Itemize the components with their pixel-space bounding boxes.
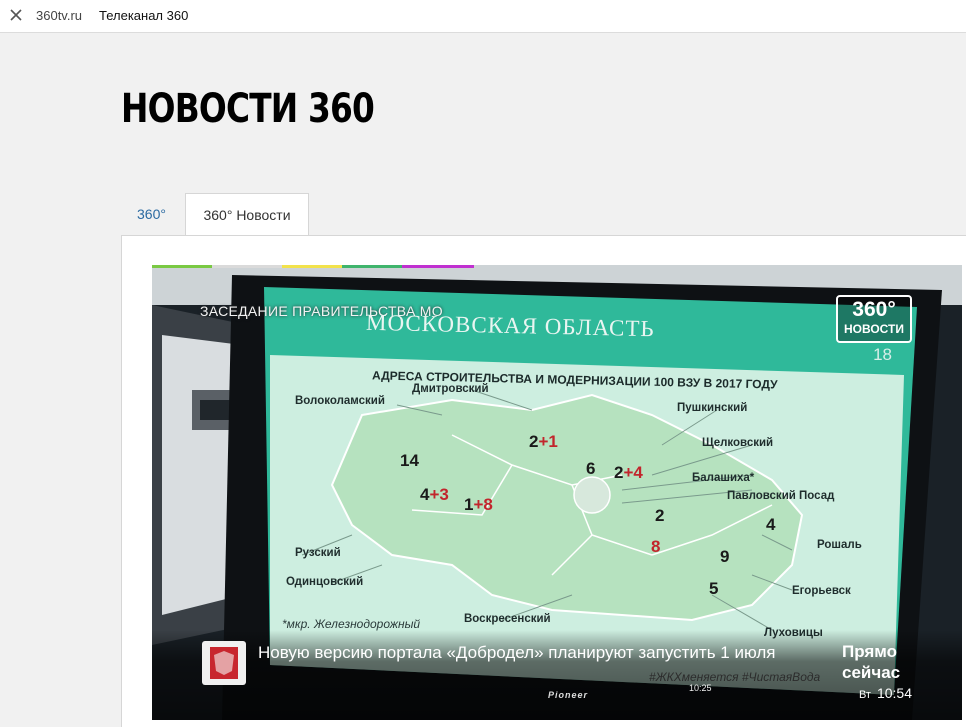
broadcast-day: Вт bbox=[858, 689, 871, 701]
map-number: 2+4 bbox=[614, 463, 643, 483]
map-number: 1+8 bbox=[464, 495, 493, 515]
tab-360-news[interactable]: 360° Новости bbox=[185, 193, 309, 237]
map-number-added: +3 bbox=[429, 485, 449, 504]
map-number: 2+1 bbox=[529, 432, 558, 452]
map-number: 6 bbox=[586, 459, 596, 478]
site-domain: 360tv.ru bbox=[36, 8, 83, 23]
page-title: Телеканал 360 bbox=[99, 8, 189, 23]
map-number: 2 bbox=[655, 506, 665, 525]
district-label: Балашиха* bbox=[692, 472, 755, 484]
map-number-added: +8 bbox=[473, 495, 493, 514]
map-number-added: +4 bbox=[623, 463, 643, 482]
ticker-progress-bar bbox=[152, 265, 474, 268]
news-ticker-headline: Новую версию портала «Добродел» планирую… bbox=[258, 643, 776, 662]
browser-tab-bar: 360tv.ru Телеканал 360 bbox=[0, 0, 966, 33]
district-label: Щелковский bbox=[702, 437, 774, 449]
close-icon[interactable] bbox=[8, 7, 24, 23]
district-label: Воскресенский bbox=[464, 613, 551, 625]
map-number: 4 bbox=[766, 515, 776, 534]
brand-number: 360° bbox=[852, 298, 896, 321]
district-label: Рошаль bbox=[817, 539, 862, 551]
monitor-brand-logo: Pioneer bbox=[548, 690, 589, 700]
district-label: Волоколамский bbox=[295, 395, 385, 407]
district-label: Пушкинский bbox=[677, 402, 748, 414]
district-label: Егорьевск bbox=[792, 585, 851, 597]
site-logo[interactable]: НОВОСТИ 360 bbox=[121, 86, 375, 132]
video-timestamp: 10:25 bbox=[689, 683, 712, 693]
district-label: Дмитровский bbox=[412, 383, 489, 395]
tab-360[interactable]: 360° bbox=[123, 193, 180, 235]
broadcast-time: 10:54 bbox=[876, 685, 912, 701]
map-number: 5 bbox=[709, 579, 719, 598]
live-label-text: Прямо сейчас bbox=[842, 642, 901, 682]
map-number: 8 bbox=[651, 537, 661, 556]
brand-word: НОВОСТИ bbox=[843, 322, 905, 336]
map-number: 14 bbox=[400, 451, 419, 470]
slide-footnote: *мкр. Железнодорожный bbox=[282, 617, 421, 631]
broadcast-clock: Вт 10:54 bbox=[859, 685, 912, 701]
news-source-icon bbox=[202, 641, 246, 685]
slide-page-number: 18 bbox=[873, 345, 892, 364]
map-number: 9 bbox=[720, 547, 730, 566]
slide-hashtags: #ЖКХменяется #ЧистаяВода bbox=[649, 670, 821, 684]
map-number: 4+3 bbox=[420, 485, 449, 505]
district-label: Рузский bbox=[295, 547, 341, 559]
video-player[interactable]: ЗАСЕДАНИЕ ПРАВИТЕЛЬСТВА МО МОСКОВСКАЯ ОБ… bbox=[152, 265, 962, 720]
channel-brand-badge: 360° НОВОСТИ bbox=[836, 295, 912, 343]
live-now-label: Прямо сейчас bbox=[842, 641, 912, 683]
district-label: Одинцовский bbox=[286, 576, 364, 588]
map-number-added: +1 bbox=[538, 432, 558, 451]
district-label: Павловский Посад bbox=[727, 490, 835, 502]
